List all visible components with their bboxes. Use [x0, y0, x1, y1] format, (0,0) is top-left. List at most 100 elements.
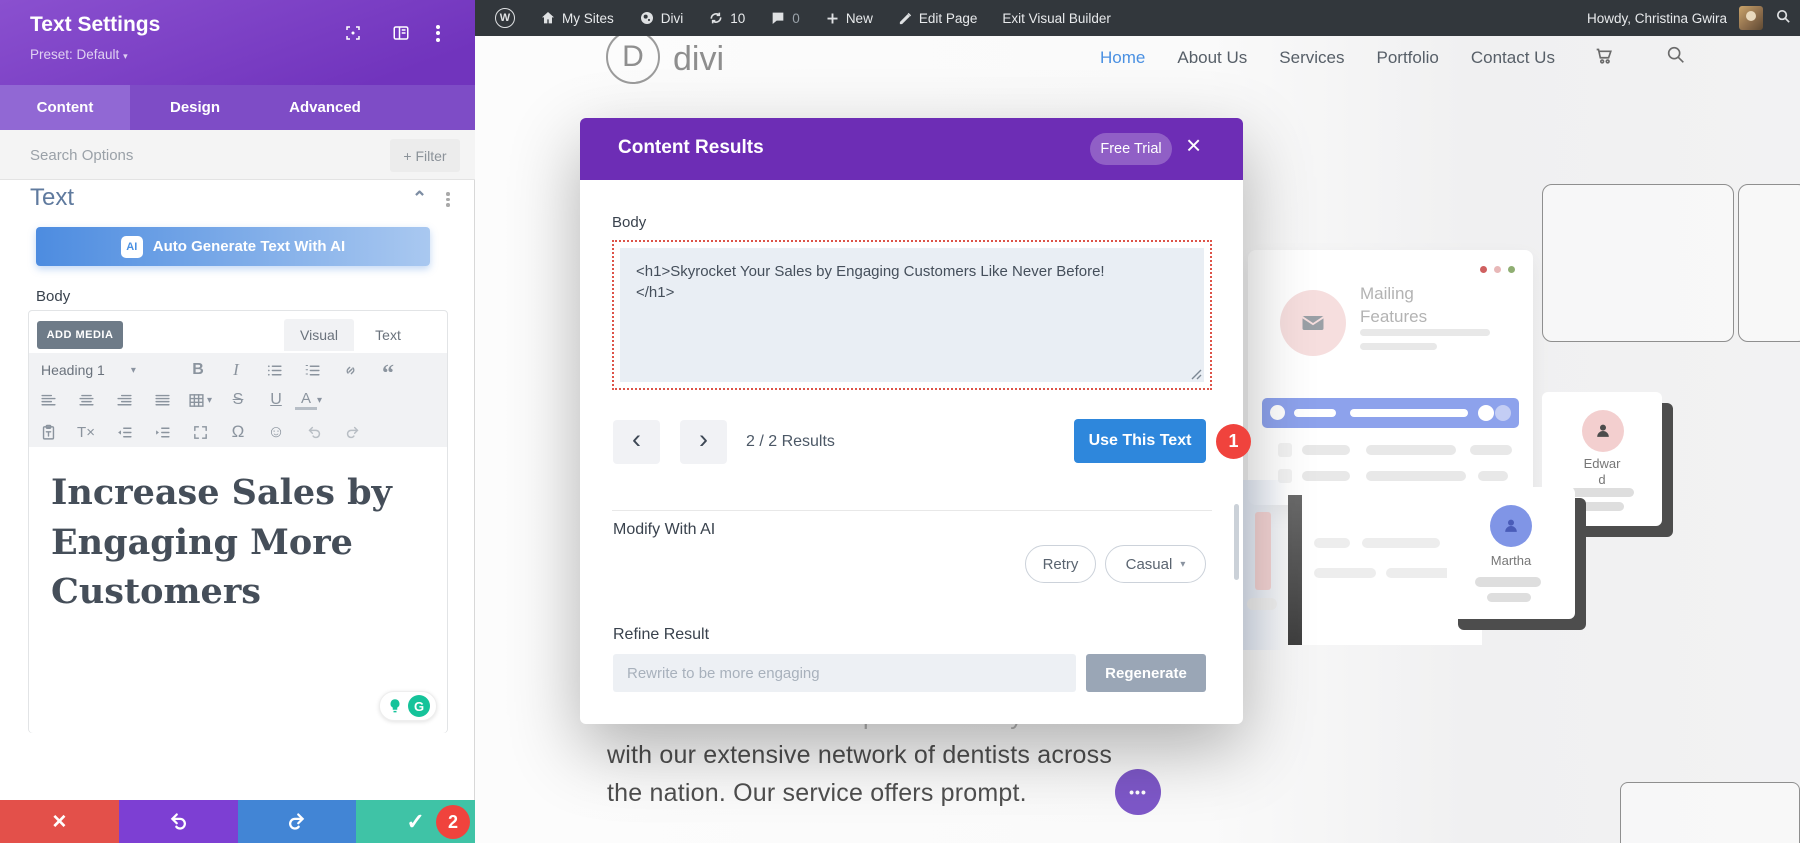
- update-icon: [708, 10, 724, 26]
- undo-icon[interactable]: [295, 419, 333, 445]
- updates-item[interactable]: 10: [700, 0, 753, 36]
- align-left-icon[interactable]: [29, 387, 67, 413]
- link-icon[interactable]: [331, 357, 369, 383]
- discard-button[interactable]: ×: [0, 800, 119, 843]
- underline-icon[interactable]: U: [257, 387, 295, 413]
- search-options-input[interactable]: [30, 140, 360, 170]
- italic-icon[interactable]: I: [217, 357, 255, 383]
- modal-body-label: Body: [612, 214, 646, 231]
- redo-button[interactable]: [238, 800, 357, 843]
- admin-search-icon[interactable]: [1775, 8, 1792, 28]
- editor-tab-text[interactable]: Text: [359, 319, 417, 351]
- paste-as-text-icon[interactable]: [29, 419, 67, 445]
- nav-home[interactable]: Home: [1100, 48, 1145, 68]
- site-nav: Home About Us Services Portfolio Contact…: [1100, 44, 1687, 71]
- editor-heading-text[interactable]: Increase Sales by Engaging More Customer…: [51, 468, 403, 617]
- house-icon: [540, 10, 556, 26]
- outdent-icon[interactable]: [105, 419, 143, 445]
- divider: [612, 510, 1212, 511]
- chevron-up-icon[interactable]: ⌃: [412, 188, 427, 209]
- bold-icon[interactable]: B: [179, 357, 217, 383]
- howdy-label[interactable]: Howdy, Christina Gwira: [1587, 11, 1727, 26]
- close-icon[interactable]: ×: [1186, 132, 1201, 158]
- clear-formatting-icon[interactable]: T×: [67, 419, 105, 445]
- modal-scrollbar[interactable]: [1234, 504, 1239, 580]
- settings-tabs: Content Design Advanced: [0, 85, 475, 130]
- panel-layout-icon[interactable]: [392, 24, 410, 47]
- filter-button[interactable]: + Filter: [390, 139, 460, 172]
- blockquote-icon[interactable]: “: [369, 357, 407, 383]
- ellipsis-icon: •••: [1129, 784, 1147, 800]
- outline-box-3: [1620, 782, 1800, 843]
- result-body-textarea[interactable]: <h1>Skyrocket Your Sales by Engaging Cus…: [620, 248, 1204, 382]
- my-sites-item[interactable]: My Sites: [532, 0, 622, 36]
- undo-button[interactable]: [119, 800, 238, 843]
- person-name: Edward: [1580, 456, 1624, 487]
- person-card-martha: Martha: [1447, 487, 1575, 619]
- nav-services[interactable]: Services: [1279, 48, 1344, 68]
- fullscreen-icon[interactable]: [181, 419, 219, 445]
- module-options-button[interactable]: •••: [1115, 769, 1161, 815]
- regenerate-button[interactable]: Regenerate: [1086, 654, 1206, 692]
- heading-format-select[interactable]: Heading 1▾: [29, 362, 179, 378]
- modal-title: Content Results: [618, 137, 764, 159]
- comments-item[interactable]: 0: [762, 0, 808, 36]
- outline-box-2: [1738, 184, 1800, 342]
- redo-icon[interactable]: [333, 419, 371, 445]
- nav-portfolio[interactable]: Portfolio: [1376, 48, 1438, 68]
- site-search-icon[interactable]: [1665, 44, 1687, 71]
- justify-icon[interactable]: [143, 387, 181, 413]
- grammarly-widget[interactable]: G: [379, 691, 437, 721]
- exit-visual-builder-item[interactable]: Exit Visual Builder: [994, 0, 1119, 36]
- retry-button[interactable]: Retry: [1025, 545, 1096, 583]
- mockup-blue-row: [1262, 398, 1519, 428]
- align-center-icon[interactable]: [67, 387, 105, 413]
- text-section-toggle[interactable]: Text: [30, 184, 74, 212]
- align-right-icon[interactable]: [105, 387, 143, 413]
- bullet-list-icon[interactable]: [255, 357, 293, 383]
- tab-advanced[interactable]: Advanced: [260, 85, 390, 130]
- tab-design[interactable]: Design: [130, 85, 260, 130]
- wordpress-logo-icon[interactable]: W: [487, 0, 523, 36]
- add-media-button[interactable]: ADD MEDIA: [37, 321, 123, 349]
- cart-icon[interactable]: [1593, 44, 1615, 71]
- indent-icon[interactable]: [143, 419, 181, 445]
- mailing-card: Mailing Features: [1248, 250, 1533, 505]
- chevron-right-icon: ›: [699, 424, 708, 455]
- tone-dropdown[interactable]: Casual▾: [1105, 545, 1206, 583]
- site-logo[interactable]: D: [606, 30, 660, 84]
- nav-contact[interactable]: Contact Us: [1471, 48, 1555, 68]
- next-result-button[interactable]: ›: [680, 420, 727, 464]
- panel-title: Text Settings: [30, 13, 160, 37]
- preset-selector[interactable]: Preset: Default ▾: [30, 47, 128, 62]
- divi-menu-item[interactable]: Divi: [631, 0, 692, 36]
- use-this-text-button[interactable]: Use This Text: [1074, 419, 1206, 463]
- edit-page-item[interactable]: Edit Page: [890, 0, 986, 36]
- new-item[interactable]: New: [817, 0, 881, 36]
- editor-content-area[interactable]: Increase Sales by Engaging More Customer…: [29, 447, 447, 733]
- special-character-icon[interactable]: Ω: [219, 419, 257, 445]
- site-logo-text[interactable]: divi: [673, 40, 724, 79]
- auto-generate-ai-button[interactable]: AI Auto Generate Text With AI: [36, 227, 430, 266]
- table-icon[interactable]: ▾: [181, 387, 219, 413]
- mailing-card-title: Mailing Features: [1360, 283, 1455, 329]
- nav-about[interactable]: About Us: [1177, 48, 1247, 68]
- kebab-menu-icon[interactable]: [436, 22, 440, 44]
- editor-tab-visual[interactable]: Visual: [284, 319, 354, 351]
- settings-sidebar: Text Settings Preset: Default ▾ Content …: [0, 0, 475, 843]
- refine-input[interactable]: [613, 654, 1076, 692]
- avatar[interactable]: [1739, 6, 1763, 30]
- prev-result-button[interactable]: ‹: [613, 420, 660, 464]
- focus-mode-icon[interactable]: [344, 24, 362, 47]
- mockup-dark-bar: [1288, 495, 1302, 645]
- resize-handle-icon[interactable]: [1190, 368, 1202, 380]
- chevron-down-icon[interactable]: ▾: [317, 395, 322, 406]
- text-color-icon[interactable]: A: [295, 390, 317, 410]
- numbered-list-icon[interactable]: [293, 357, 331, 383]
- emoji-icon[interactable]: ☺: [257, 419, 295, 445]
- paragraph-line: with our extensive network of dentists a…: [607, 741, 1112, 770]
- section-kebab-icon[interactable]: [446, 190, 450, 209]
- strikethrough-icon[interactable]: S: [219, 387, 257, 413]
- chevron-left-icon: ‹: [632, 424, 641, 455]
- tab-content[interactable]: Content: [0, 85, 130, 130]
